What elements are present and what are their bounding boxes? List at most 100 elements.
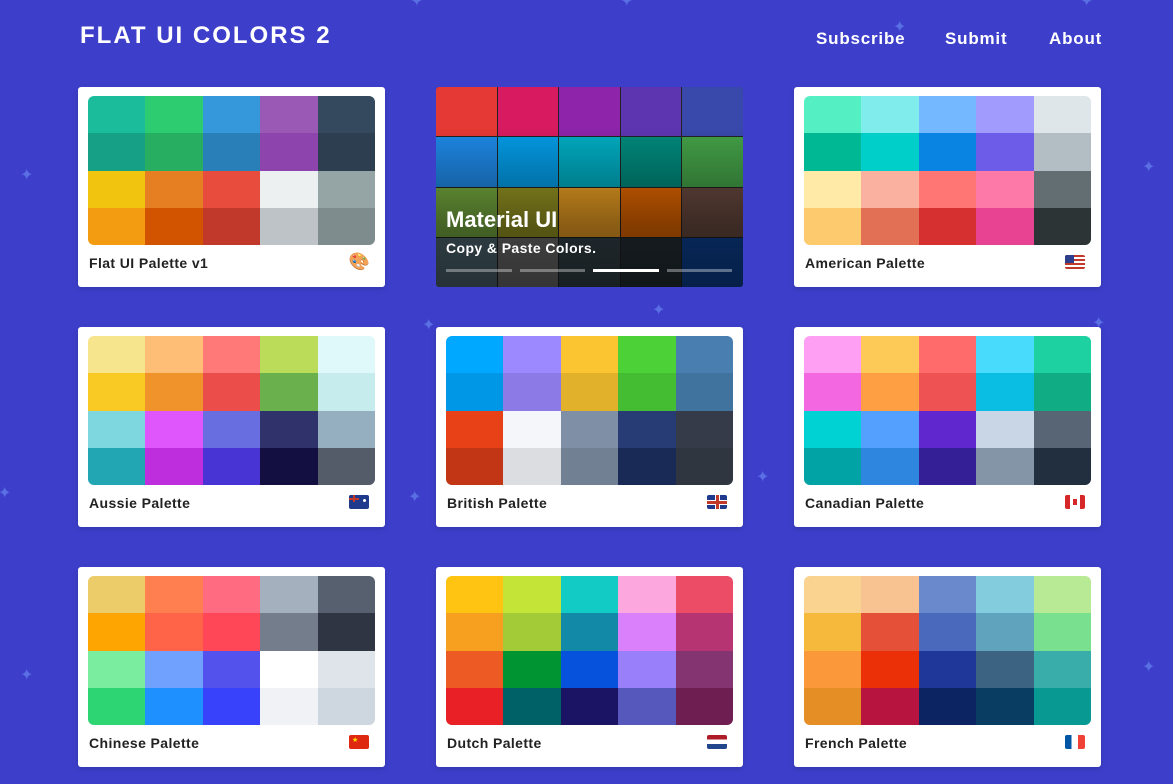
- color-swatch: [88, 207, 146, 245]
- site-header: FLAT UI COLORS 2 Subscribe Submit About: [0, 0, 1173, 80]
- color-swatch: [1033, 613, 1091, 651]
- color-swatch: [804, 447, 862, 485]
- color-swatch: [560, 687, 619, 725]
- color-swatch: [560, 447, 619, 485]
- color-swatch: [918, 410, 977, 448]
- color-swatch: [861, 687, 919, 725]
- palette-card[interactable]: British Palette: [436, 327, 743, 527]
- nav-about[interactable]: About: [1049, 29, 1102, 49]
- color-swatch: [918, 133, 977, 171]
- swatch-grid: [88, 336, 375, 485]
- color-swatch: [145, 576, 203, 614]
- cn-flag-icon: ★: [349, 735, 369, 749]
- color-swatch: [202, 336, 261, 374]
- color-swatch: [560, 650, 619, 688]
- us-flag-icon: [1065, 255, 1085, 269]
- palette-card[interactable]: Aussie Palette: [78, 327, 385, 527]
- carousel-dot[interactable]: [446, 269, 512, 272]
- color-swatch: [88, 133, 146, 171]
- fr-flag-icon: [1065, 735, 1085, 749]
- color-swatch: [317, 170, 375, 208]
- color-swatch: [918, 170, 977, 208]
- swatch-grid: [804, 96, 1091, 245]
- sparkle-icon: ✦: [652, 302, 666, 319]
- gb-flag-icon: [707, 495, 727, 509]
- color-swatch: [317, 410, 375, 448]
- color-swatch: [618, 447, 676, 485]
- color-swatch: [1033, 650, 1091, 688]
- color-swatch: [503, 687, 561, 725]
- color-swatch: [503, 613, 561, 651]
- carousel-dot[interactable]: [519, 269, 585, 272]
- swatch-grid: [804, 576, 1091, 725]
- color-swatch: [446, 447, 504, 485]
- color-swatch: [976, 170, 1034, 208]
- color-swatch: [317, 373, 375, 411]
- color-swatch: [976, 650, 1034, 688]
- color-swatch: [675, 410, 733, 448]
- color-swatch: [145, 447, 203, 485]
- color-swatch: [88, 447, 146, 485]
- palette-name: Dutch Palette: [447, 735, 542, 751]
- color-swatch: [260, 687, 318, 725]
- color-swatch: [675, 650, 733, 688]
- color-swatch: [918, 336, 977, 374]
- palette-card[interactable]: Canadian Palette: [794, 327, 1101, 527]
- swatch-grid: [88, 576, 375, 725]
- color-swatch: [618, 576, 676, 614]
- swatch-grid: [804, 336, 1091, 485]
- palette-card[interactable]: Dutch Palette: [436, 567, 743, 767]
- color-swatch: [861, 447, 919, 485]
- palette-name: Canadian Palette: [805, 495, 925, 511]
- color-swatch: [976, 613, 1034, 651]
- site-logo[interactable]: FLAT UI COLORS 2: [80, 22, 332, 50]
- featured-material-ui-card[interactable]: Material UI Copy & Paste Colors.: [436, 87, 743, 287]
- sparkle-icon: ✦: [0, 485, 12, 502]
- palette-name: Flat UI Palette v1: [89, 255, 209, 271]
- color-swatch: [260, 133, 318, 171]
- palette-card[interactable]: American Palette: [794, 87, 1101, 287]
- nl-flag-icon: [707, 735, 727, 749]
- nav-submit[interactable]: Submit: [945, 29, 1007, 49]
- color-swatch: [317, 133, 375, 171]
- color-swatch: [861, 133, 919, 171]
- color-swatch: [446, 650, 504, 688]
- color-swatch: [560, 373, 619, 411]
- color-swatch: [503, 576, 561, 614]
- color-swatch: [675, 613, 733, 651]
- color-swatch: [260, 447, 318, 485]
- color-swatch: [202, 576, 261, 614]
- sparkle-icon: ✦: [20, 167, 34, 184]
- palette-card[interactable]: Flat UI Palette v1 🎨: [78, 87, 385, 287]
- color-swatch: [861, 576, 919, 614]
- color-swatch: [260, 207, 318, 245]
- color-swatch: [202, 410, 261, 448]
- color-swatch: [260, 576, 318, 614]
- color-swatch: [861, 170, 919, 208]
- sparkle-icon: ✦: [1142, 159, 1156, 176]
- color-swatch: [145, 613, 203, 651]
- color-swatch: [618, 336, 676, 374]
- sparkle-icon: ✦: [756, 469, 770, 486]
- palette-card[interactable]: Chinese Palette ★: [78, 567, 385, 767]
- color-swatch: [317, 336, 375, 374]
- color-swatch: [804, 207, 862, 245]
- color-swatch: [260, 613, 318, 651]
- color-swatch: [446, 687, 504, 725]
- palette-card[interactable]: French Palette: [794, 567, 1101, 767]
- color-swatch: [976, 336, 1034, 374]
- color-swatch: [618, 410, 676, 448]
- color-swatch: [804, 576, 862, 614]
- color-swatch: [317, 96, 375, 134]
- featured-subtitle: Copy & Paste Colors.: [446, 240, 597, 256]
- color-swatch: [861, 410, 919, 448]
- color-swatch: [317, 613, 375, 651]
- carousel-dot[interactable]: [593, 269, 659, 272]
- color-swatch: [804, 170, 862, 208]
- color-swatch: [145, 650, 203, 688]
- color-swatch: [976, 96, 1034, 134]
- color-swatch: [976, 133, 1034, 171]
- nav-subscribe[interactable]: Subscribe: [816, 29, 905, 49]
- carousel-dot[interactable]: [666, 269, 732, 272]
- color-swatch: [260, 650, 318, 688]
